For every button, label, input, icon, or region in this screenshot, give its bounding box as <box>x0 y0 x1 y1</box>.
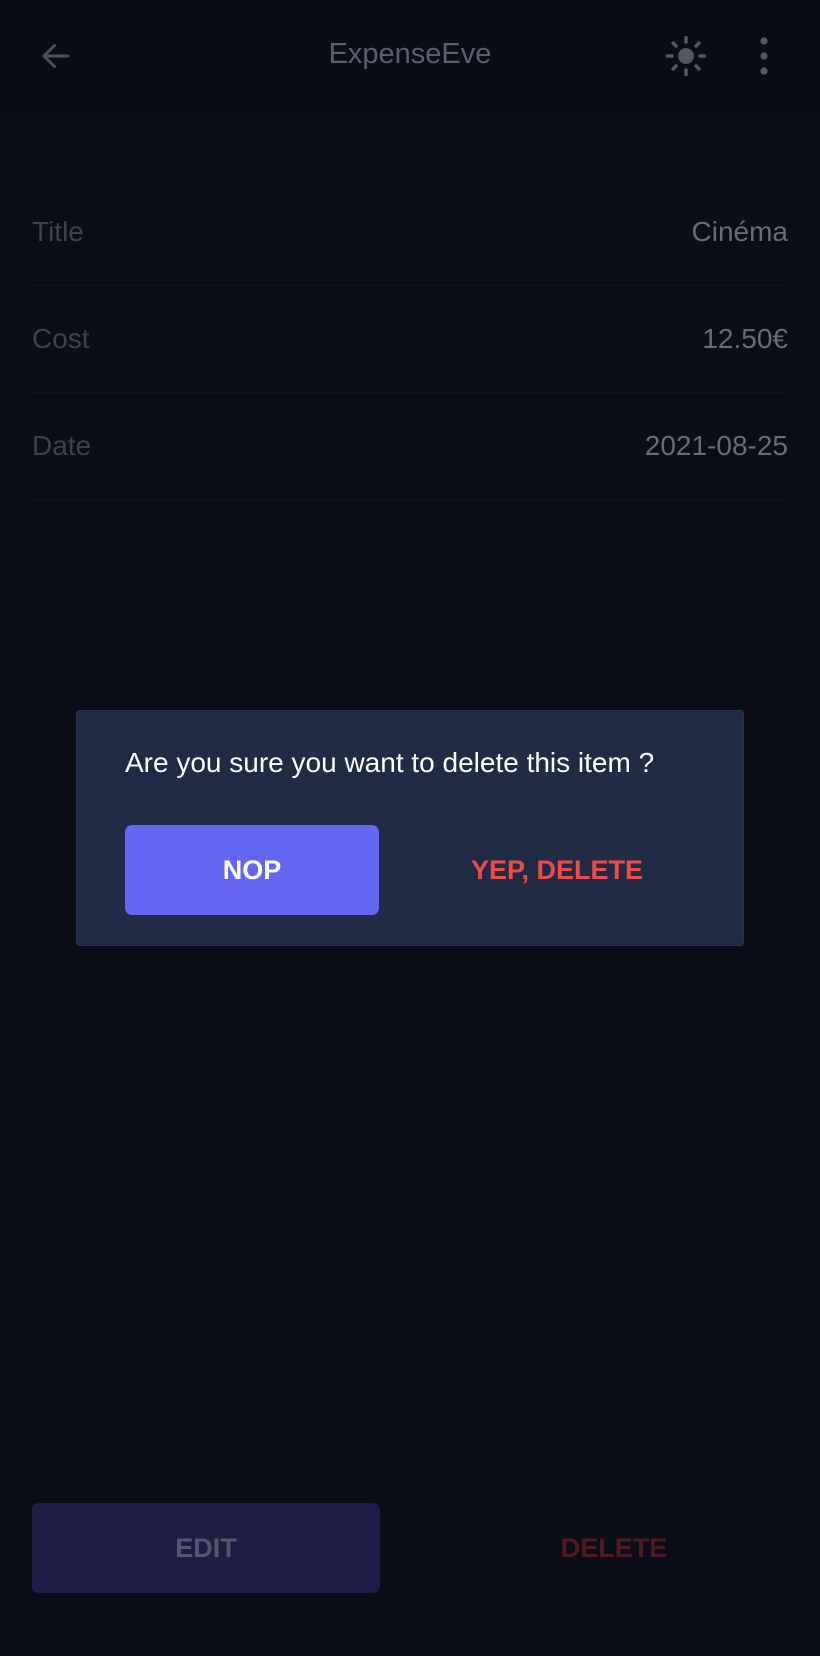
sun-icon <box>665 35 707 77</box>
dialog-message: Are you sure you want to delete this ite… <box>125 747 655 778</box>
detail-row-title: Title Cinéma <box>32 179 788 286</box>
more-vertical-icon <box>760 37 768 75</box>
detail-label: Cost <box>32 323 90 354</box>
app-bar: ExpenseEve <box>0 0 820 114</box>
detail-value: 2021-08-25 <box>644 430 788 461</box>
detail-label: Title <box>32 216 84 247</box>
more-options-button[interactable] <box>738 30 790 82</box>
screen: ExpenseEve Title Cinéma Cost 12.50€ Date… <box>0 0 820 1656</box>
detail-row-date: Date 2021-08-25 <box>32 393 788 500</box>
theme-toggle-button[interactable] <box>660 30 712 82</box>
cancel-button[interactable]: NOP <box>125 825 379 915</box>
delete-button[interactable]: DELETE <box>440 1503 788 1593</box>
detail-label: Date <box>32 430 92 461</box>
delete-confirm-dialog: Are you sure you want to delete this ite… <box>76 710 744 946</box>
confirm-delete-button[interactable]: YEP, DELETE <box>417 825 697 915</box>
detail-value: Cinéma <box>691 216 788 247</box>
detail-row-cost: Cost 12.50€ <box>32 286 788 393</box>
detail-value: 12.50€ <box>702 323 788 354</box>
edit-button[interactable]: EDIT <box>32 1503 380 1593</box>
